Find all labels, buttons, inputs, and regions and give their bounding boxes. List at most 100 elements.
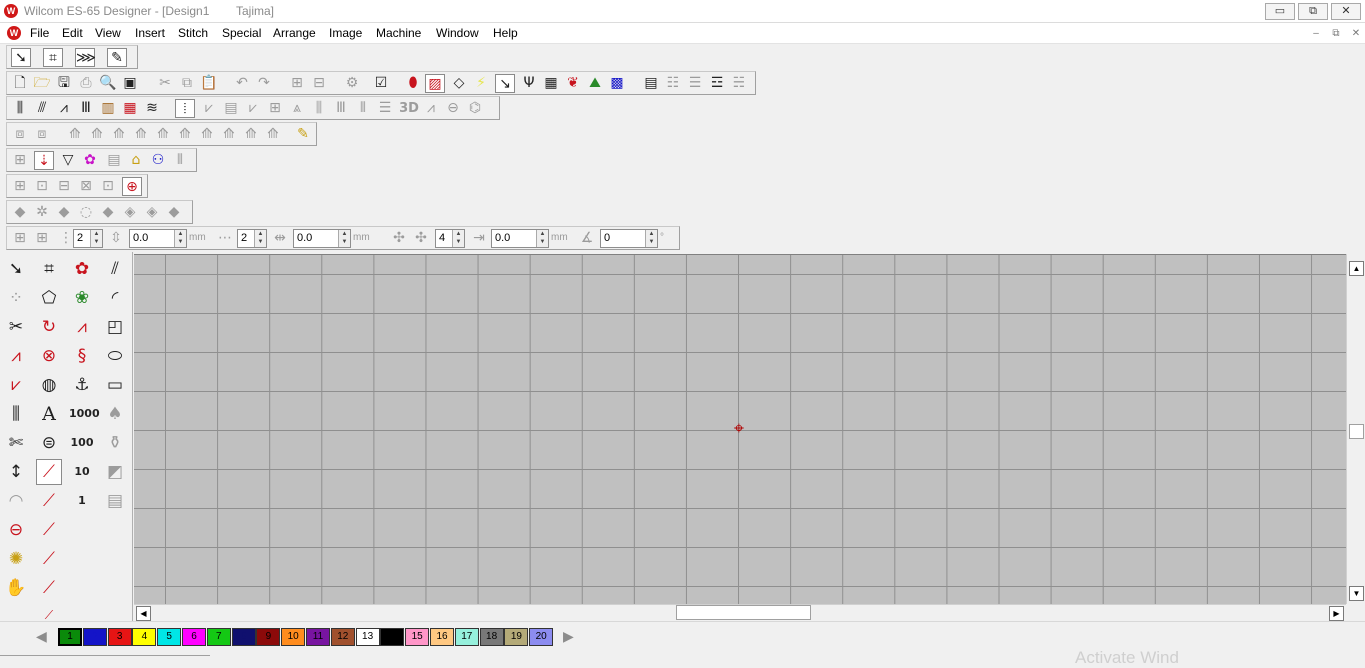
row-spacing-icon[interactable]: ⇳: [106, 229, 126, 248]
menu-image[interactable]: Image: [329, 26, 362, 40]
offset-icon[interactable]: ⇥: [469, 229, 489, 248]
stitch-fill-icon[interactable]: ▨: [425, 74, 445, 93]
shape-8-icon[interactable]: ◆: [164, 203, 184, 222]
app-logo-icon[interactable]: W: [4, 4, 18, 18]
flower-icon[interactable]: ✿: [80, 151, 100, 170]
view-4-icon[interactable]: ⊠: [76, 177, 96, 196]
color-swatch-19[interactable]: 19: [504, 628, 529, 646]
monogram-2-icon[interactable]: ⧈: [32, 125, 52, 144]
net-fill-icon[interactable]: ⊞: [265, 99, 285, 118]
menu-insert[interactable]: Insert: [135, 26, 165, 40]
scroll-right-arrow-icon[interactable]: ▶: [1329, 606, 1344, 621]
row-count-field[interactable]: 2 ▲ ▼: [73, 229, 103, 248]
column-spacing-spinner[interactable]: ▲ ▼: [338, 230, 350, 247]
design-view-icon[interactable]: ▣: [120, 74, 140, 93]
ornament-10-icon[interactable]: ⟰: [263, 125, 283, 144]
select-arrow-icon[interactable]: ➘: [11, 48, 31, 67]
3d-icon[interactable]: 3D: [399, 99, 419, 118]
rotate-icon[interactable]: ↻: [36, 314, 62, 340]
ornament-9-icon[interactable]: ⟰: [241, 125, 261, 144]
view-3-icon[interactable]: ⊟: [54, 177, 74, 196]
row-spacing-field[interactable]: 0.0 ▲ ▼: [129, 229, 187, 248]
hoop-icon[interactable]: ⊖: [3, 517, 29, 543]
car-icon[interactable]: ⊜: [36, 430, 62, 456]
team-names-icon[interactable]: ⌂: [126, 151, 146, 170]
new-file-icon[interactable]: 🗋: [10, 74, 30, 93]
sculpture-icon[interactable]: ⌬: [465, 99, 485, 118]
motif-fill-icon[interactable]: ▥: [98, 99, 118, 118]
menu-help[interactable]: Help: [493, 26, 518, 40]
menu-view[interactable]: View: [95, 26, 121, 40]
color-swatch-15[interactable]: 15: [405, 628, 430, 646]
color-swatch-16[interactable]: 16: [430, 628, 454, 646]
break-apart-icon[interactable]: ⫼: [3, 401, 29, 427]
rectangle-icon[interactable]: ▭: [102, 372, 128, 398]
copies-count-field[interactable]: 4 ▲ ▼: [435, 229, 465, 248]
group-icon[interactable]: ⊞: [287, 74, 307, 93]
ornament-6-icon[interactable]: ⟰: [175, 125, 195, 144]
monogram-1-icon[interactable]: ⧈: [10, 125, 30, 144]
cross-stitch-icon[interactable]: ▦: [120, 99, 140, 118]
vertical-scroll-thumb[interactable]: [1349, 424, 1364, 439]
details-icon[interactable]: ☵: [729, 74, 749, 93]
view-5-icon[interactable]: ⊡: [98, 177, 118, 196]
column-spacing-field[interactable]: 0.0 ▲ ▼: [293, 229, 351, 248]
color-swatch-2[interactable]: 2: [82, 628, 107, 646]
tree-view-icon[interactable]: ☰: [685, 74, 705, 93]
zigzag-icon[interactable]: ⩘: [54, 99, 74, 118]
view-1-icon[interactable]: ⊞: [10, 177, 30, 196]
circular-array-1-icon[interactable]: ✣: [389, 229, 409, 248]
open-folder-icon[interactable]: 🗁: [32, 74, 52, 93]
palette-next-arrow-icon[interactable]: ▶: [563, 629, 574, 645]
flower-motif-icon[interactable]: ✿: [69, 256, 95, 282]
color-swatch-17[interactable]: 17: [454, 628, 479, 646]
color-swatch-14[interactable]: 14: [380, 628, 405, 646]
pointer-icon[interactable]: ➘: [3, 256, 29, 282]
object-properties-icon[interactable]: ⚙: [342, 74, 362, 93]
stitch-length-1[interactable]: 1: [69, 488, 95, 514]
cross-fill-icon[interactable]: ⊗: [36, 343, 62, 369]
ornament-7-icon[interactable]: ⟰: [197, 125, 217, 144]
radial-fill-icon[interactable]: ⩓: [287, 99, 307, 118]
shape-5-icon[interactable]: ◆: [98, 203, 118, 222]
menu-edit[interactable]: Edit: [62, 26, 83, 40]
column-count-spinner[interactable]: ▲ ▼: [254, 230, 266, 247]
shape-1-icon[interactable]: ◆: [10, 203, 30, 222]
redo-icon[interactable]: ↷: [254, 74, 274, 93]
document-menu-icon[interactable]: W: [7, 26, 21, 40]
close-button[interactable]: ✕: [1331, 3, 1361, 20]
color-swatch-11[interactable]: 11: [306, 628, 330, 646]
cut-icon[interactable]: ✂: [155, 74, 175, 93]
ornament-8-icon[interactable]: ⟰: [219, 125, 239, 144]
people-icon[interactable]: ⚇: [148, 151, 168, 170]
knife-icon[interactable]: ✂: [3, 314, 29, 340]
color-swatch-8[interactable]: 8: [231, 628, 256, 646]
pen-select-icon[interactable]: ✎: [107, 48, 127, 67]
parallel-lines-icon[interactable]: ⫽: [102, 256, 128, 282]
column-spacing-icon[interactable]: ⇹: [270, 229, 290, 248]
polygon-icon[interactable]: ⬠: [36, 285, 62, 311]
offset-spinner[interactable]: ▲ ▼: [536, 230, 548, 247]
ornament-2-icon[interactable]: ⟰: [87, 125, 107, 144]
freehand-icon[interactable]: ◰: [102, 314, 128, 340]
color-swatch-12[interactable]: 12: [330, 628, 355, 646]
arc-icon[interactable]: ◜: [102, 285, 128, 311]
color-swatch-10[interactable]: 10: [281, 628, 306, 646]
globe-icon[interactable]: ◍: [36, 372, 62, 398]
row-spacing-spinner[interactable]: ▲ ▼: [174, 230, 186, 247]
angle-field[interactable]: 0 ▲ ▼: [600, 229, 658, 248]
hand-icon[interactable]: ✋: [3, 575, 29, 601]
paste-icon[interactable]: 📋: [199, 74, 219, 93]
view-2-icon[interactable]: ⊡: [32, 177, 52, 196]
lettering-panel-icon[interactable]: ▤: [104, 151, 124, 170]
text-list-icon[interactable]: ☲: [707, 74, 727, 93]
flexi-split-icon[interactable]: ⫼: [309, 99, 329, 118]
color-wheel-icon[interactable]: ✺: [3, 546, 29, 572]
fill-bucket-icon[interactable]: ♠: [102, 401, 128, 427]
needle-icon[interactable]: ↘: [495, 74, 515, 93]
copies-count-spinner[interactable]: ▲ ▼: [452, 230, 464, 247]
spiral-icon[interactable]: §: [69, 343, 95, 369]
vertical-scrollbar[interactable]: ▲ ▼: [1346, 254, 1365, 604]
anchor-icon[interactable]: ⚓: [69, 372, 95, 398]
satin-column-icon[interactable]: ⫻: [32, 99, 52, 118]
